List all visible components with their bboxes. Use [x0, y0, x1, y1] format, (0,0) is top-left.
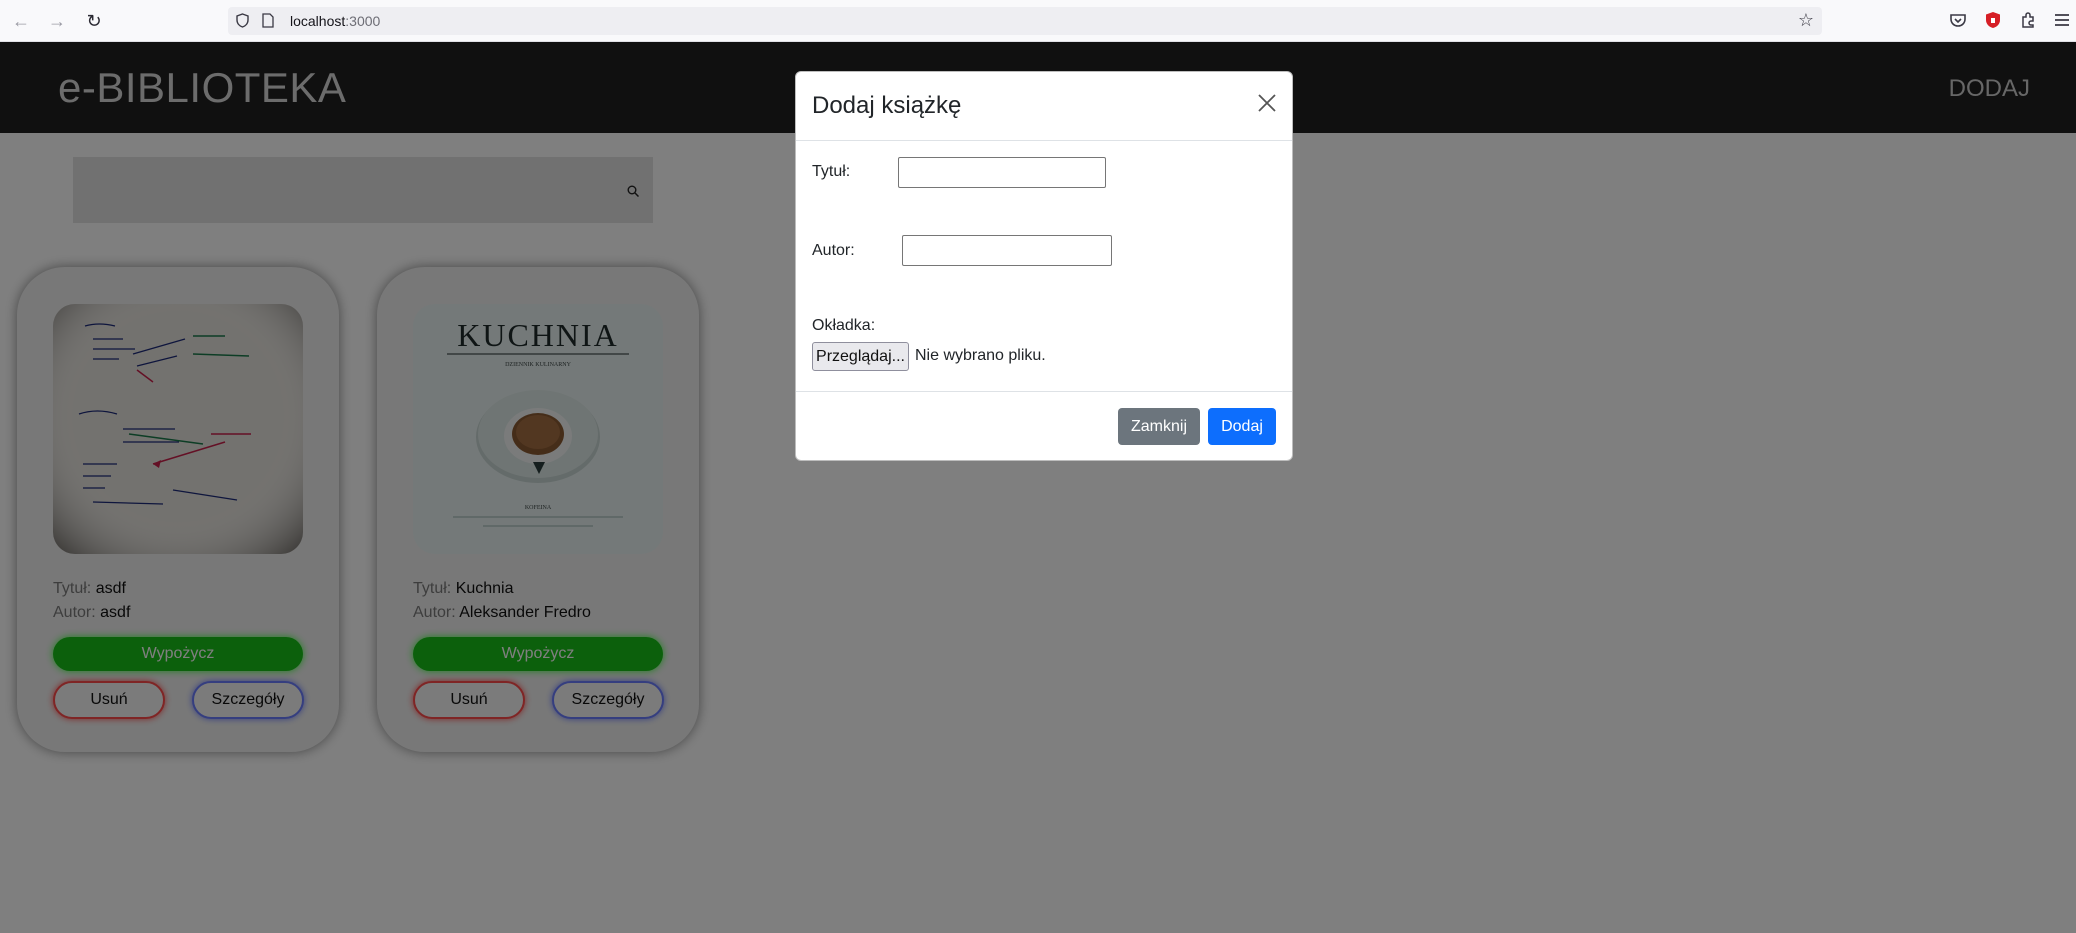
- extensions-icon[interactable]: [2018, 10, 2038, 30]
- modal-header: Dodaj książkę: [796, 72, 1292, 141]
- title-field-label: Tytuł:: [812, 163, 851, 180]
- author-field[interactable]: [902, 235, 1112, 266]
- close-icon[interactable]: [1256, 92, 1278, 114]
- url-text[interactable]: localhost:3000: [290, 13, 380, 29]
- modal-title: Dodaj książkę: [812, 92, 962, 119]
- forward-icon[interactable]: →: [46, 10, 68, 32]
- close-button[interactable]: Zamknij: [1118, 408, 1200, 445]
- browse-file-button[interactable]: Przeglądaj...: [812, 342, 909, 371]
- page-icon: [262, 13, 274, 28]
- ublock-icon[interactable]: [1983, 10, 2003, 30]
- reload-icon[interactable]: ↻: [83, 10, 105, 32]
- browser-toolbar: ← → ↻ localhost:3000 ☆: [0, 0, 2076, 42]
- modal-footer: Zamknij Dodaj: [796, 391, 1292, 462]
- page: e-BIBLIOTEKA DODAJ: [0, 42, 2076, 933]
- pocket-icon[interactable]: [1948, 10, 1968, 30]
- star-icon[interactable]: ☆: [1798, 10, 1814, 31]
- url-port: :3000: [345, 13, 381, 29]
- url-host: localhost: [290, 13, 346, 29]
- file-status-text: Nie wybrano pliku.: [915, 347, 1046, 364]
- add-book-modal: Dodaj książkę Tytuł: Autor: Okładka: Prz…: [795, 71, 1293, 461]
- cover-field-label: Okładka:: [812, 317, 876, 334]
- back-icon[interactable]: ←: [10, 10, 32, 32]
- shield-icon[interactable]: [236, 13, 249, 28]
- menu-icon[interactable]: [2052, 10, 2072, 30]
- title-field[interactable]: [898, 157, 1106, 188]
- address-bar[interactable]: localhost:3000 ☆: [228, 7, 1822, 35]
- author-field-label: Autor:: [812, 242, 855, 259]
- add-button[interactable]: Dodaj: [1208, 408, 1276, 445]
